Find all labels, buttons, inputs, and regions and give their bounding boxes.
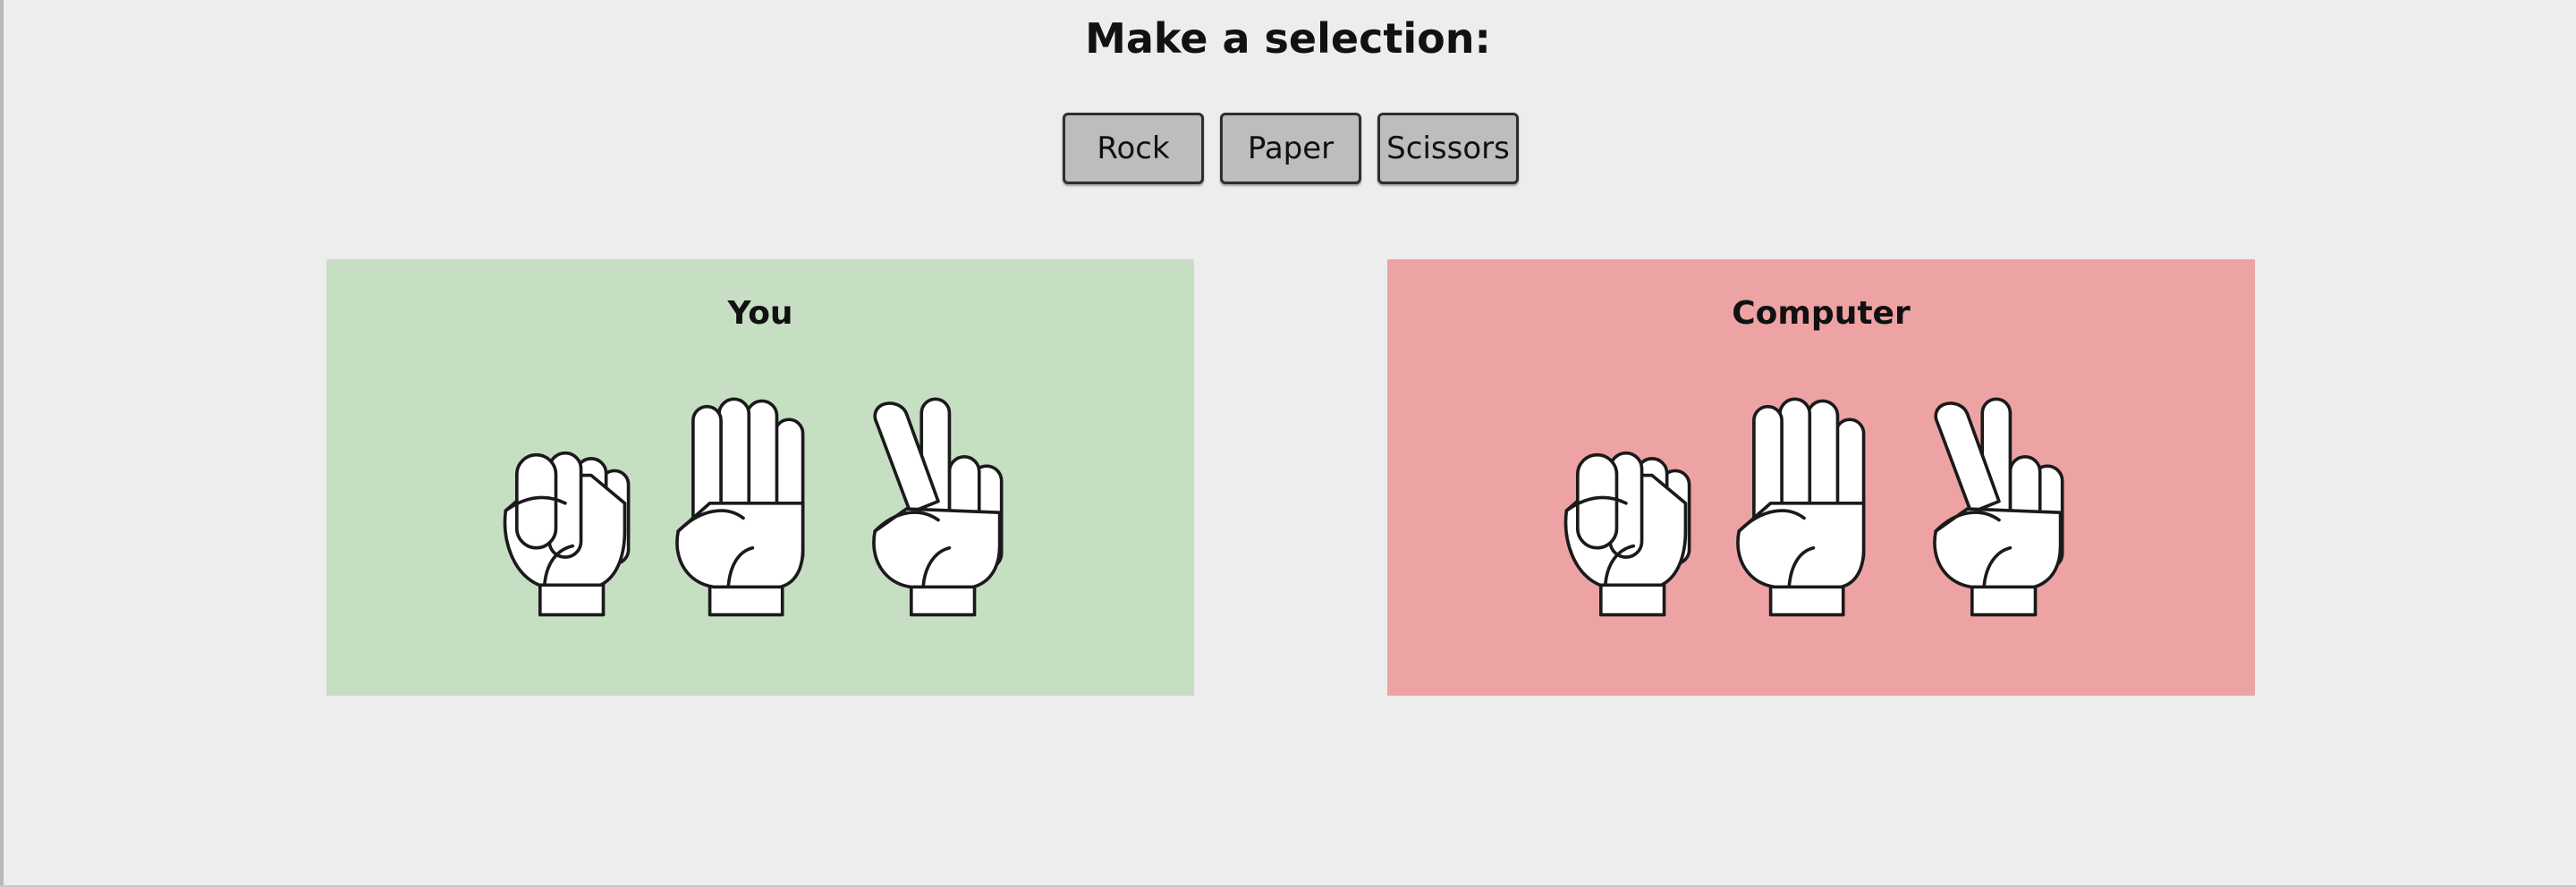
scissors-button[interactable]: Scissors xyxy=(1377,113,1519,184)
player-panel-title: You xyxy=(727,295,793,332)
rock-icon xyxy=(1548,392,1709,624)
rock-icon[interactable] xyxy=(487,392,648,624)
computer-hands xyxy=(1548,392,2103,624)
paper-icon xyxy=(1723,392,1884,624)
rock-button[interactable]: Rock xyxy=(1063,113,1204,184)
scissors-icon[interactable] xyxy=(859,392,1020,624)
player-panel: You xyxy=(326,259,1194,696)
computer-panel: Computer xyxy=(1387,259,2255,696)
player-hands xyxy=(487,392,1042,624)
choice-buttons: Rock Paper Scissors xyxy=(1063,113,1519,184)
paper-icon[interactable] xyxy=(662,392,823,624)
computer-panel-title: Computer xyxy=(1732,295,1911,332)
paper-button[interactable]: Paper xyxy=(1220,113,1361,184)
page-title: Make a selection: xyxy=(1085,14,1491,63)
scissors-icon xyxy=(1919,392,2080,624)
window-edge xyxy=(0,0,4,887)
